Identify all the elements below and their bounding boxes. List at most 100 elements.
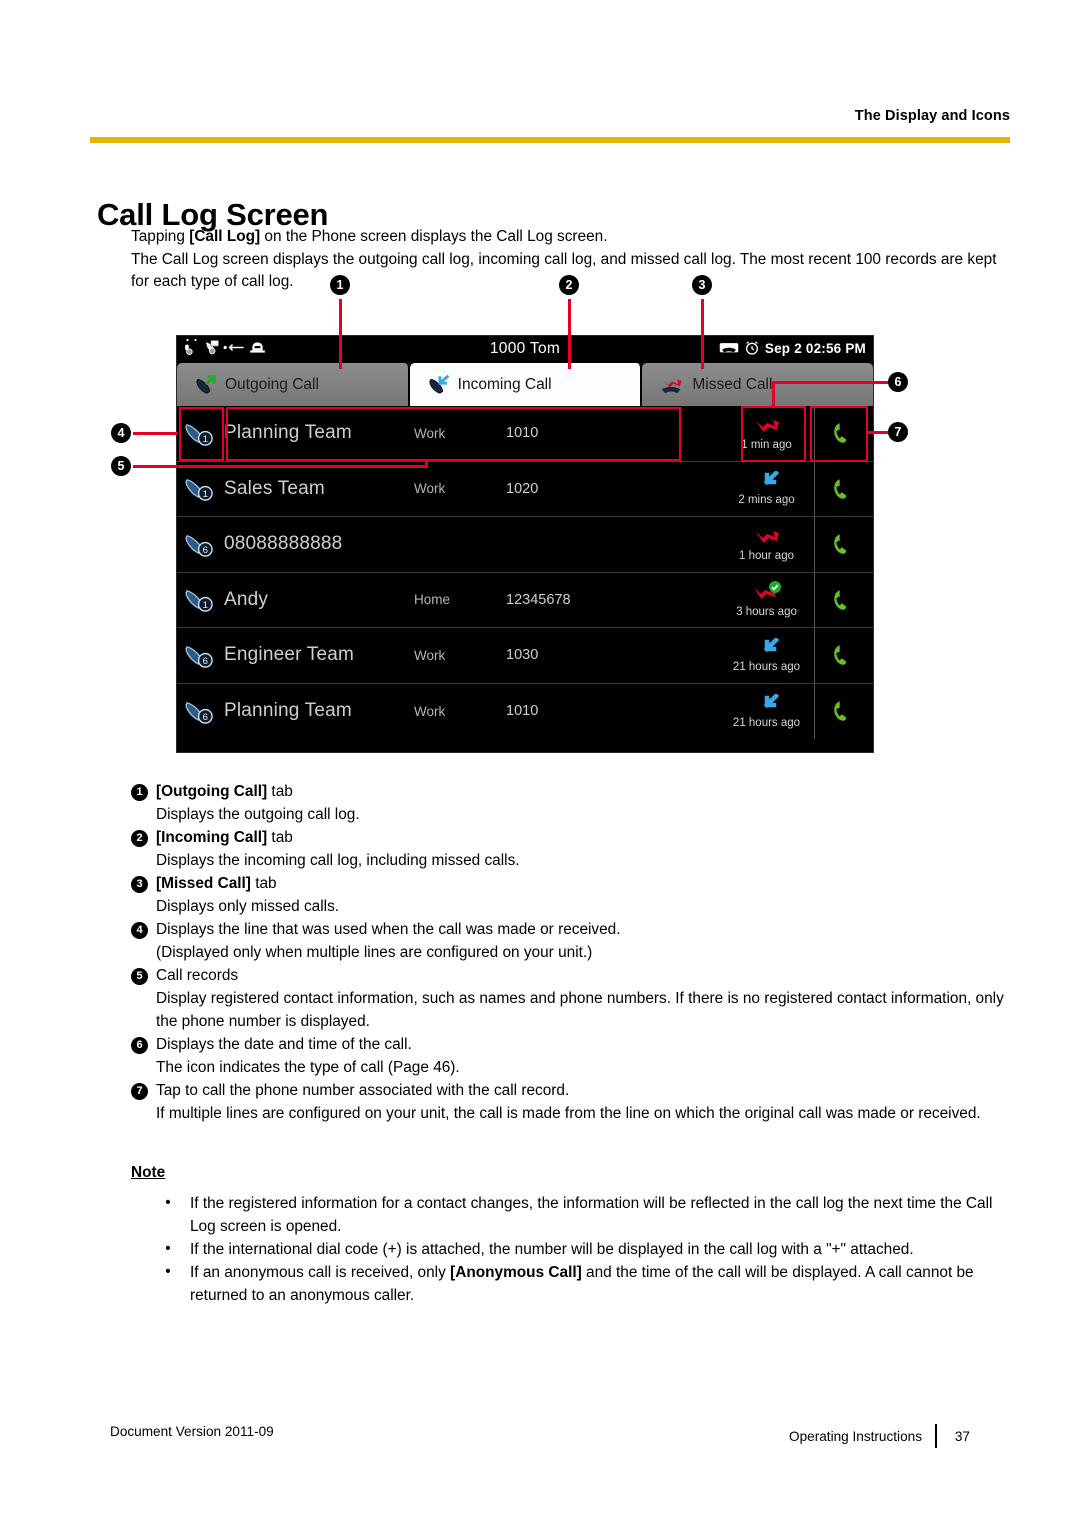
footer-divider bbox=[935, 1424, 937, 1448]
alarm-clock-icon bbox=[745, 341, 758, 355]
line-handset-icon: 6 bbox=[185, 701, 213, 724]
number-type: Home bbox=[414, 592, 451, 608]
line-handset-icon: 1 bbox=[185, 423, 213, 446]
phone-number: 1010 bbox=[506, 425, 539, 442]
svg-text:1: 1 bbox=[203, 489, 208, 500]
call-time: 21 hours ago bbox=[718, 683, 814, 739]
leader-line-1 bbox=[339, 299, 342, 369]
bullet-icon: • bbox=[165, 1263, 171, 1280]
phone-number: 1010 bbox=[506, 703, 539, 720]
green-handset-icon bbox=[834, 479, 847, 499]
number-type: Work bbox=[414, 703, 446, 719]
leader-line-3 bbox=[701, 299, 704, 369]
footer-right: Operating Instructions 37 bbox=[789, 1424, 970, 1448]
table-row[interactable]: 1 Planning Team Work 1010 1 min ago bbox=[177, 406, 873, 462]
table-row[interactable]: 6 Planning Team Work 1010 21 hours ago bbox=[177, 683, 873, 739]
document-page: The Display and Icons Call Log Screen Ta… bbox=[0, 0, 1080, 1527]
missed-call-icon bbox=[755, 419, 779, 432]
call-time: 2 mins ago bbox=[718, 461, 814, 516]
call-back-button[interactable] bbox=[814, 628, 873, 683]
callout-bullet: 6 bbox=[131, 1036, 148, 1054]
green-handset-icon bbox=[834, 590, 847, 610]
leader-line-6a bbox=[772, 381, 775, 407]
legend-subtext: (Displayed only when multiple lines are … bbox=[156, 944, 593, 961]
call-back-button[interactable] bbox=[814, 517, 873, 572]
call-time-label: 21 hours ago bbox=[732, 660, 801, 673]
table-row[interactable]: 1 Sales Team Work 1020 2 mins ago bbox=[177, 461, 873, 517]
phone-number: 1020 bbox=[506, 480, 539, 497]
legend-rest: tab bbox=[267, 829, 293, 846]
list-item: 5 Call records bbox=[131, 964, 1015, 987]
green-handset-icon bbox=[834, 701, 847, 721]
legend-bold: [Outgoing Call] bbox=[156, 783, 268, 800]
tab-incoming-call-label: Incoming Call bbox=[457, 375, 552, 393]
list-item: 3 [Missed Call] tab bbox=[131, 872, 1015, 895]
intro-line1-post: on the Phone screen displays the Call Lo… bbox=[260, 228, 608, 245]
tab-outgoing-call[interactable]: Outgoing Call bbox=[177, 363, 410, 406]
call-log-screenshot: 1000 Tom Sep 2 02:56 PM Outgoing Call In… bbox=[111, 275, 908, 753]
callout-1: 1 bbox=[330, 275, 350, 295]
tab-missed-call[interactable]: Missed Call bbox=[642, 363, 874, 406]
page-number: 37 bbox=[954, 1428, 970, 1444]
outgoing-call-icon bbox=[196, 374, 217, 394]
line-handset-icon: 1 bbox=[185, 590, 213, 612]
call-time-label: 1 hour ago bbox=[739, 549, 794, 562]
note-list: • If the registered information for a co… bbox=[158, 1192, 1018, 1307]
line-indicator: 1 bbox=[177, 475, 224, 502]
call-back-button[interactable] bbox=[814, 683, 873, 739]
footer-title: Operating Instructions bbox=[789, 1428, 922, 1444]
contact-name: Planning Team bbox=[224, 700, 352, 722]
list-item: • If an anonymous call is received, only… bbox=[158, 1261, 1018, 1307]
call-back-button[interactable] bbox=[814, 461, 873, 516]
legend-rest: Displays the date and time of the call. bbox=[156, 1036, 412, 1053]
svg-text:1: 1 bbox=[203, 600, 208, 611]
tab-incoming-call[interactable]: Incoming Call bbox=[409, 363, 643, 406]
legend-subtext: Displays only missed calls. bbox=[156, 898, 340, 915]
green-handset-icon bbox=[834, 423, 847, 443]
legend-list: 1 [Outgoing Call] tab Displays the outgo… bbox=[131, 780, 1015, 1125]
number-type: Work bbox=[414, 425, 446, 441]
svg-text:6: 6 bbox=[203, 545, 208, 556]
table-row[interactable]: 6 08088888888 1 hour ago bbox=[177, 517, 873, 573]
table-row[interactable]: 1 Andy Home 12345678 3 hours ago bbox=[177, 572, 873, 628]
bullet-icon: • bbox=[165, 1240, 171, 1257]
callout-bullet: 7 bbox=[131, 1082, 148, 1100]
legend-subtext: Displays the incoming call log, includin… bbox=[156, 852, 520, 869]
green-handset-icon bbox=[834, 534, 847, 554]
leader-line-5b bbox=[425, 459, 428, 468]
call-time-label: 3 hours ago bbox=[736, 606, 797, 619]
note-text: If an anonymous call is received, only [… bbox=[190, 1261, 1018, 1307]
incoming-call-icon bbox=[763, 693, 779, 708]
callout-3: 3 bbox=[692, 275, 712, 295]
line-handset-icon: 1 bbox=[185, 479, 213, 501]
callout-bullet: 4 bbox=[131, 921, 148, 939]
callout-bullet: 5 bbox=[131, 967, 148, 985]
status-bar-right: Sep 2 02:56 PM bbox=[719, 340, 866, 356]
note-pre: If the international dial code (+) is at… bbox=[190, 1241, 914, 1258]
list-item: 7 Tap to call the phone number associate… bbox=[131, 1079, 1015, 1102]
legend-text: Tap to call the phone number associated … bbox=[156, 1079, 1015, 1102]
call-time: 1 min ago bbox=[718, 406, 814, 461]
incoming-call-icon bbox=[429, 374, 449, 394]
contact-name: 08088888888 bbox=[224, 533, 343, 555]
phone-number: 12345678 bbox=[506, 591, 571, 608]
call-log-tabs: Outgoing Call Incoming Call Missed Call bbox=[177, 363, 874, 406]
legend-rest: Tap to call the phone number associated … bbox=[156, 1082, 570, 1099]
legend-text: Call records bbox=[156, 964, 1015, 987]
leader-line-2 bbox=[568, 299, 571, 369]
table-row[interactable]: 6 Engineer Team Work 1030 21 hours ago bbox=[177, 628, 873, 684]
legend-rest: tab bbox=[250, 875, 277, 892]
green-handset-icon bbox=[834, 645, 847, 665]
list-item: • If the registered information for a co… bbox=[158, 1192, 1018, 1238]
note-pre: If an anonymous call is received, only bbox=[190, 1264, 451, 1281]
bullet-icon: • bbox=[165, 1194, 171, 1211]
legend-rest: Displays the line that was used when the… bbox=[156, 921, 621, 938]
line-indicator: 6 bbox=[177, 698, 224, 725]
call-back-button[interactable] bbox=[814, 406, 873, 461]
line-indicator: 6 bbox=[177, 642, 224, 669]
leader-line-4 bbox=[133, 432, 178, 435]
legend-rest: Call records bbox=[156, 967, 239, 984]
call-back-button[interactable] bbox=[814, 572, 873, 627]
legend-text: Displays the date and time of the call. bbox=[156, 1033, 1015, 1056]
tab-missed-call-label: Missed Call bbox=[692, 375, 773, 393]
